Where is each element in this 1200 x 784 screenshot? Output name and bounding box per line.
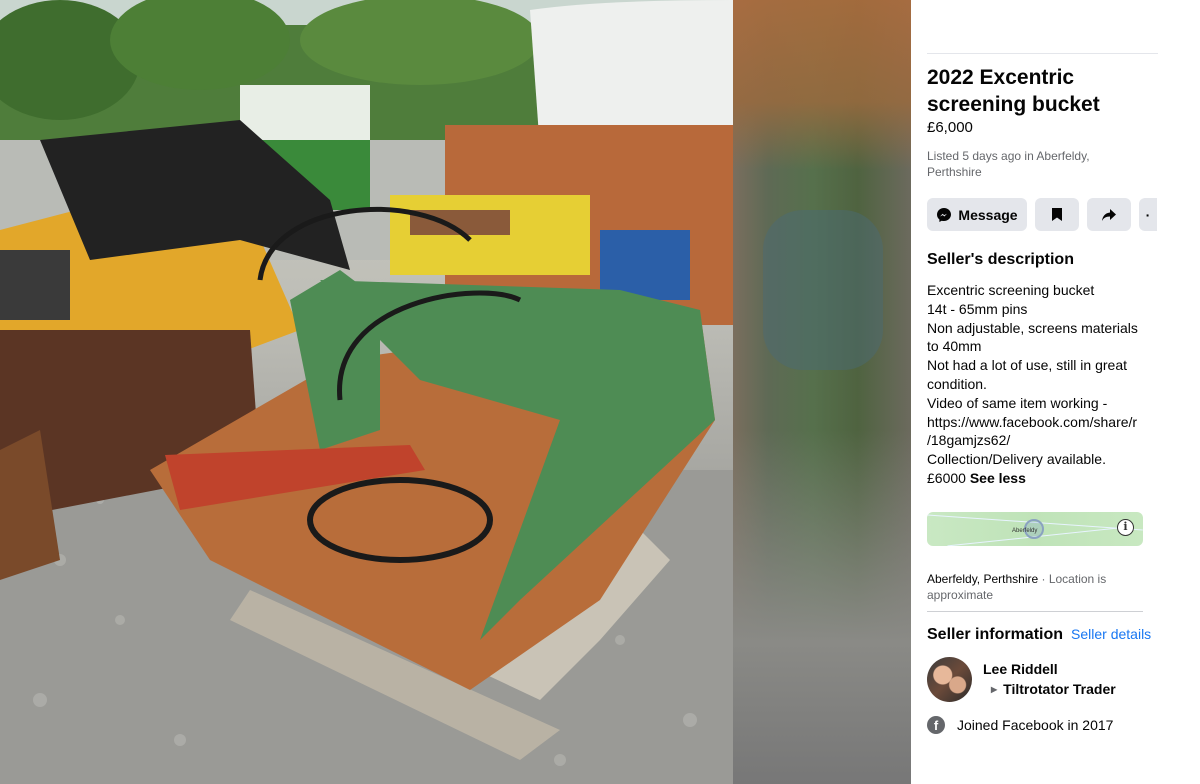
joined-facebook: f Joined Facebook in 2017 xyxy=(927,716,1113,734)
avatar[interactable] xyxy=(927,657,972,702)
message-button-label: Message xyxy=(958,206,1018,223)
facebook-icon: f xyxy=(927,716,945,734)
save-button[interactable] xyxy=(1035,198,1079,231)
description-line: Excentric screening bucket xyxy=(927,282,1095,298)
caret-right-icon: ▶ xyxy=(991,684,998,694)
listing-details-panel: 2022 Excentric screening bucket £6,000 L… xyxy=(911,0,1200,784)
info-icon[interactable]: i xyxy=(1117,519,1134,536)
map-place-label: Aberfeldy xyxy=(1012,528,1038,534)
description-line: 14t - 65mm pins xyxy=(927,300,1028,317)
listed-info-line1: Listed 5 days ago in Aberfeldy, xyxy=(927,149,1090,163)
listing-title-line1: 2022 Excentric xyxy=(927,66,1075,89)
more-options-button[interactable]: · xyxy=(1139,198,1157,231)
description-heading: Seller's description xyxy=(927,251,1074,268)
location-map[interactable]: Aberfeldy i xyxy=(927,512,1143,546)
joined-facebook-text: Joined Facebook in 2017 xyxy=(957,717,1114,733)
location-note: · Location is xyxy=(1038,572,1107,586)
seller-subtitle-text: Tiltrotator Trader xyxy=(1003,681,1116,697)
description-line: condition. xyxy=(927,375,987,392)
seller-name[interactable]: Lee Riddell xyxy=(983,661,1058,677)
description-line: Collection/Delivery available. xyxy=(927,451,1106,468)
location-place: Aberfeldy, Perthshire xyxy=(927,572,1039,586)
messenger-icon xyxy=(937,207,952,222)
more-icon: · xyxy=(1145,206,1151,223)
photo-blur-background xyxy=(733,0,911,784)
share-arrow-icon xyxy=(1102,208,1116,221)
description-line: Non adjustable, screens materials xyxy=(927,319,1138,336)
description-line: Video of same item working - xyxy=(927,394,1108,411)
section-divider xyxy=(927,611,1143,612)
listed-info-line2: Perthshire xyxy=(927,165,982,179)
description-line: Not had a lot of use, still in great xyxy=(927,357,1127,374)
seller-details-link[interactable]: Seller details xyxy=(1071,626,1151,642)
listing-price: £6,000 xyxy=(927,119,973,136)
see-less-link[interactable]: See less xyxy=(970,470,1026,486)
share-button[interactable] xyxy=(1087,198,1131,231)
action-bar: Message · xyxy=(927,198,1157,231)
description-last-line: £6000 See less xyxy=(927,469,1149,488)
seller-info-heading: Seller information xyxy=(927,626,1064,643)
listing-title-line2: screening bucket xyxy=(927,93,1100,116)
location-text: Aberfeldy, Perthshire · Location is appr… xyxy=(927,572,1147,603)
listing-photo[interactable] xyxy=(0,0,733,784)
listed-info: Listed 5 days ago in Aberfeldy, Perthshi… xyxy=(927,148,1127,180)
bookmark-icon xyxy=(1052,208,1062,221)
location-note-cont: approximate xyxy=(927,587,994,602)
listing-title: 2022 Excentric screening bucket xyxy=(927,64,1177,118)
description-line: to 40mm xyxy=(927,338,982,355)
description-text: Excentric screening bucket 14t - 65mm pi… xyxy=(927,281,1149,488)
photo-scene xyxy=(0,0,733,784)
message-button[interactable]: Message xyxy=(927,198,1027,231)
seller-info-header: Seller information Seller details xyxy=(927,626,1151,644)
description-line: https://www.facebook.com/share/r xyxy=(927,413,1138,430)
description-price-text: £6000 xyxy=(927,469,966,486)
top-divider xyxy=(927,53,1158,54)
description-line: /18gamjzs62/ xyxy=(927,432,1011,449)
seller-subtitle: ▶ Tiltrotator Trader xyxy=(991,681,1116,697)
